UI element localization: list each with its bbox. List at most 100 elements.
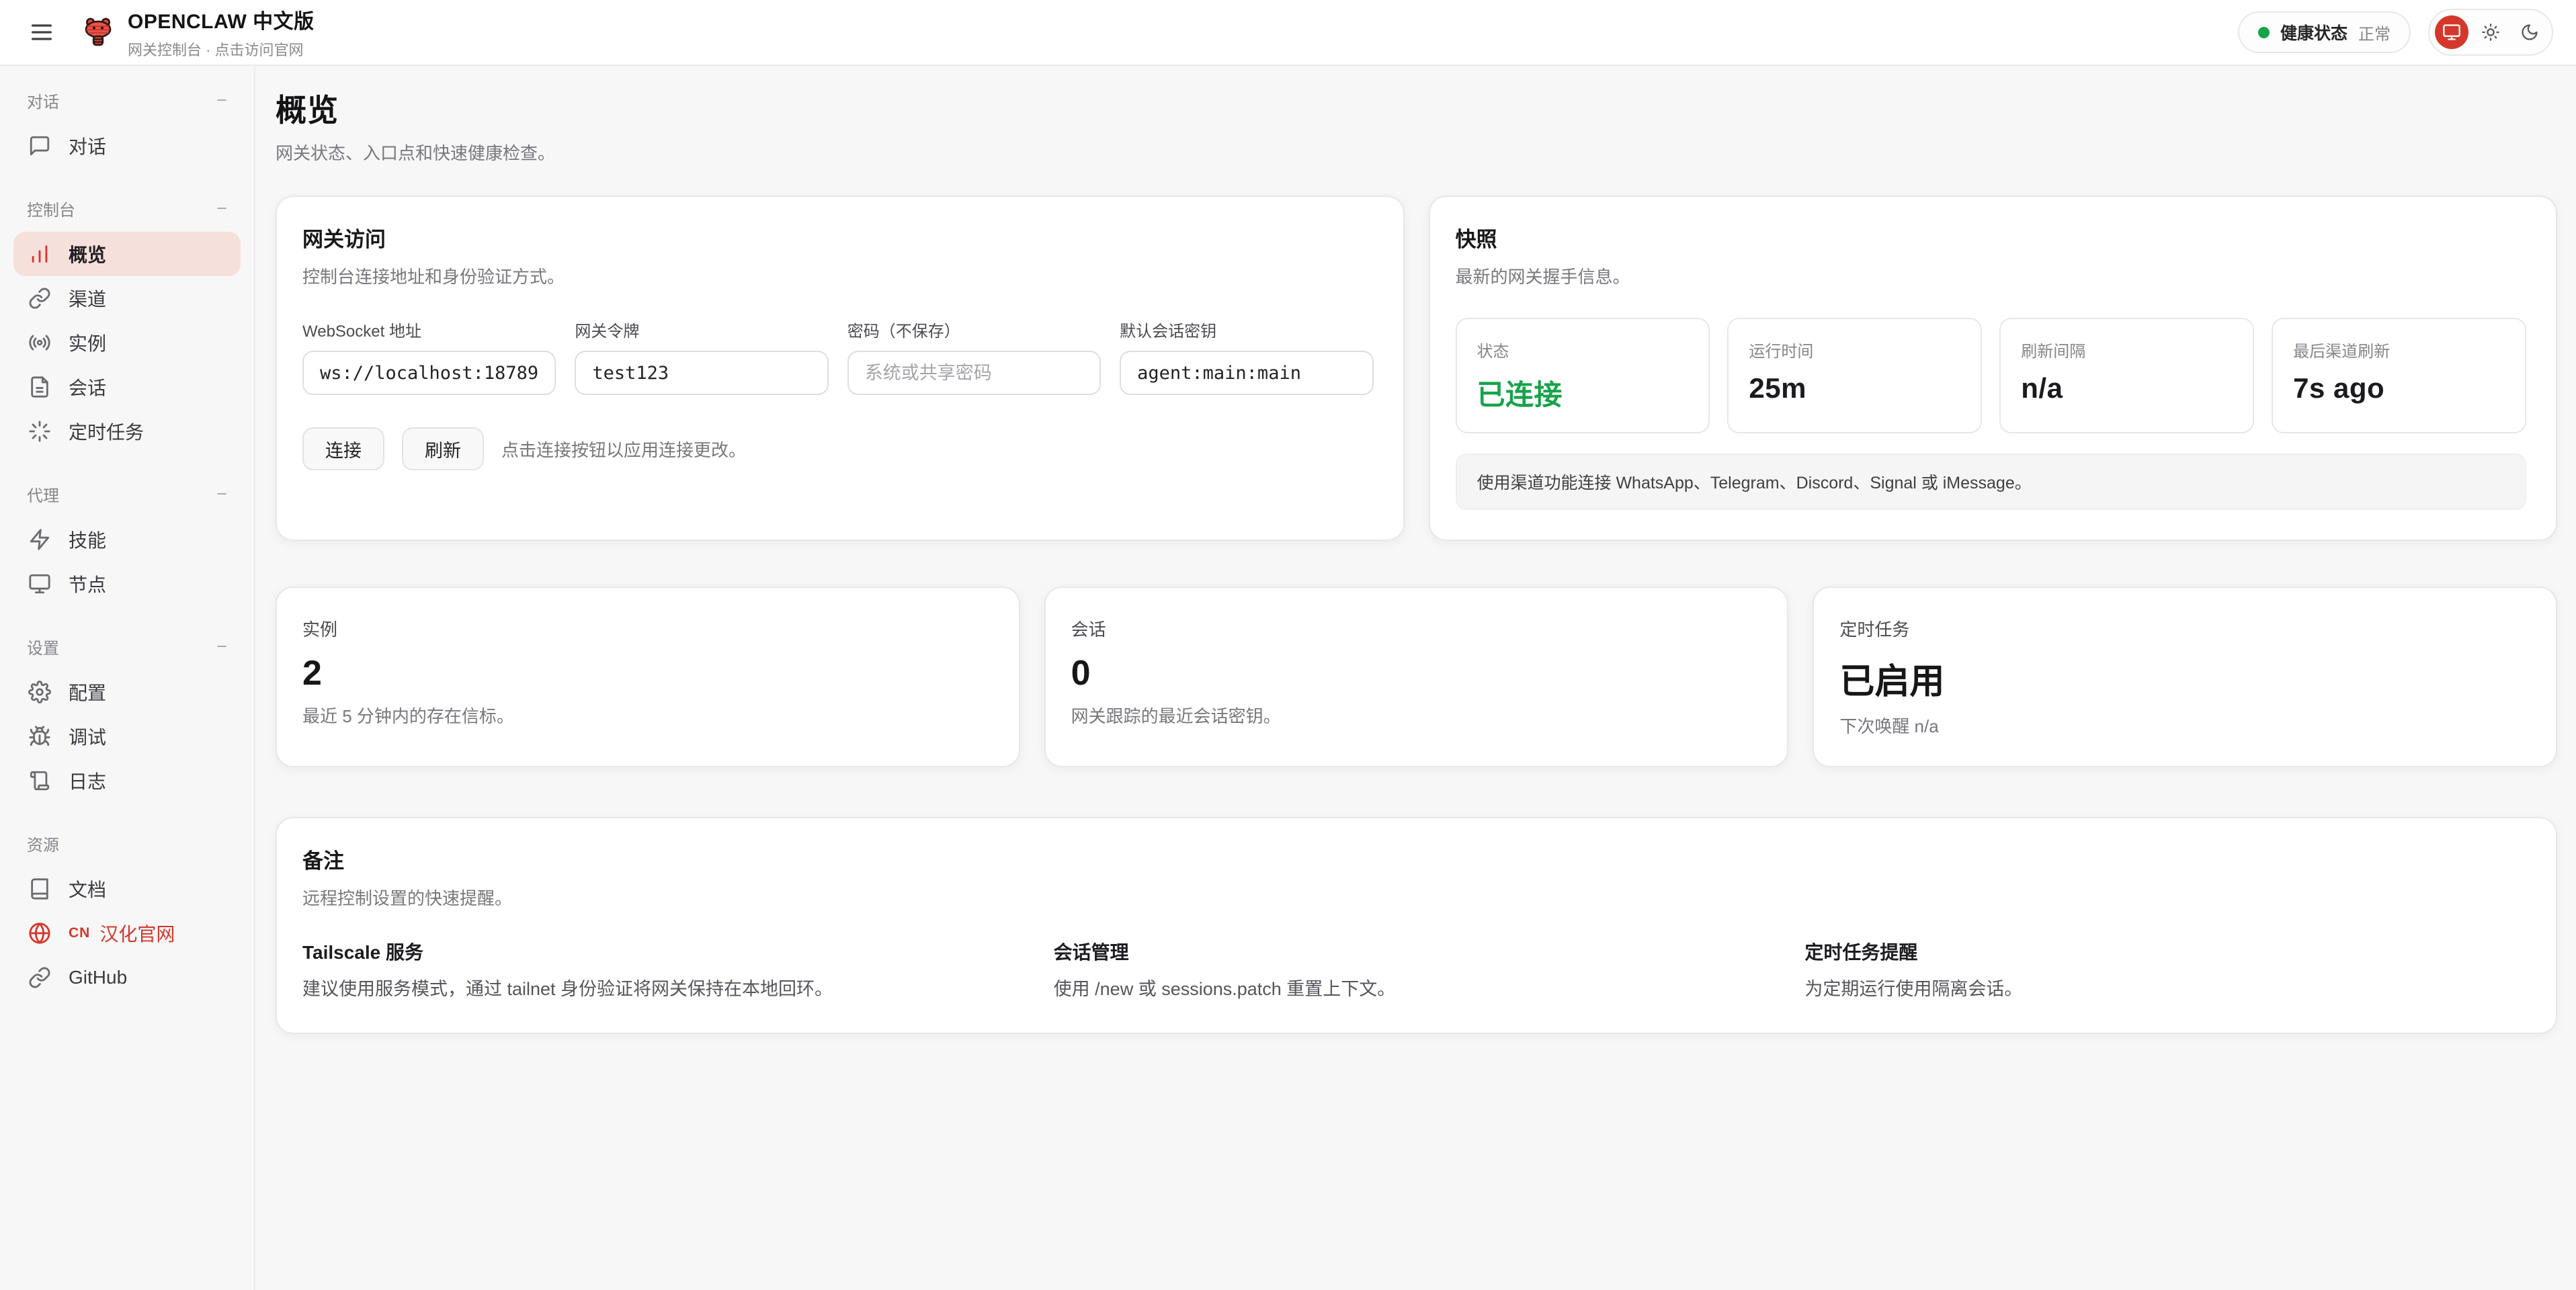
sidebar-item-label: 汉化官网 [99, 920, 175, 947]
theme-light-button[interactable] [2474, 15, 2507, 49]
gateway-fields: WebSocket 地址 网关令牌 密码（不保存） 默认会话密钥 [302, 318, 1374, 395]
sidebar-item-skills[interactable]: 技能 [13, 517, 241, 562]
health-status-badge[interactable]: 健康状态 正常 [2238, 11, 2411, 53]
sidebar-item-cron[interactable]: 定时任务 [13, 409, 241, 454]
notes-card: 备注 远程控制设置的快速提醒。 Tailscale 服务 建议使用服务模式，通过… [276, 817, 2557, 1034]
health-value: 正常 [2358, 21, 2391, 44]
menu-button[interactable] [23, 13, 60, 51]
note-session-management: 会话管理 使用 /new 或 sessions.patch 重置上下文。 [1054, 938, 1776, 1000]
app-title: OPENCLAW 中文版 [128, 5, 315, 34]
sidebar-item-label: 节点 [69, 570, 106, 597]
field-session-key: 默认会话密钥 [1120, 318, 1373, 395]
field-label: 默认会话密钥 [1120, 318, 1373, 341]
health-dot-icon [2258, 27, 2270, 38]
sidebar-item-label: 概览 [69, 241, 106, 267]
stat-tile-status: 状态 已连接 [1456, 318, 1710, 433]
stat-label: 状态 [1477, 338, 1689, 361]
stat-card-desc: 网关跟踪的最近会话密钥。 [1071, 703, 1758, 728]
sidebar-section-chat: 对话 − 对话 [13, 90, 241, 168]
actions-hint: 点击连接按钮以应用连接更改。 [501, 437, 746, 462]
sidebar-item-label: 渠道 [69, 285, 106, 312]
note-desc: 使用 /new 或 sessions.patch 重置上下文。 [1054, 974, 1776, 1000]
section-label: 控制台 [27, 197, 75, 220]
stat-tile-last-channel-refresh: 最后渠道刷新 7s ago [2272, 318, 2526, 433]
section-label: 代理 [27, 482, 59, 506]
top-cards-row: 网关访问 控制台连接地址和身份验证方式。 WebSocket 地址 网关令牌 密… [276, 196, 2557, 541]
collapse-icon: − [216, 485, 227, 503]
sidebar-item-cn-site[interactable]: CN 汉化官网 [13, 911, 241, 955]
stat-card-label: 会话 [1071, 616, 1758, 641]
note-title: 会话管理 [1054, 938, 1776, 965]
password-input[interactable] [847, 351, 1101, 395]
stat-value-connected: 已连接 [1477, 372, 1689, 413]
sidebar-item-label: 文档 [69, 875, 106, 902]
sidebar-item-github[interactable]: GitHub [13, 955, 241, 1000]
sidebar-item-config[interactable]: 配置 [13, 670, 241, 714]
stat-card-label: 定时任务 [1839, 616, 2526, 641]
sidebar-item-chat[interactable]: 对话 [13, 124, 241, 168]
gateway-token-input[interactable] [575, 351, 828, 395]
refresh-button[interactable]: 刷新 [402, 427, 484, 470]
section-header-chat[interactable]: 对话 − [13, 90, 241, 110]
chat-icon [28, 134, 51, 157]
sidebar-item-overview[interactable]: 概览 [13, 232, 241, 276]
bug-icon [28, 725, 51, 748]
snapshot-stats: 状态 已连接 运行时间 25m 刷新间隔 n/a 最后渠道刷新 7s ago [1456, 318, 2527, 433]
section-label: 对话 [27, 89, 59, 112]
link-icon [28, 966, 51, 989]
stat-card-desc: 最近 5 分钟内的存在信标。 [302, 703, 989, 728]
brand[interactable]: OPENCLAW 中文版 网关控制台 · 点击访问官网 [82, 5, 315, 60]
collapse-icon: − [216, 200, 227, 218]
note-title: Tailscale 服务 [302, 938, 1024, 965]
connect-button[interactable]: 连接 [302, 427, 384, 470]
collapse-icon: − [216, 91, 227, 110]
stat-tile-uptime: 运行时间 25m [1727, 318, 1982, 433]
websocket-url-input[interactable] [302, 351, 556, 395]
session-key-input[interactable] [1120, 351, 1373, 395]
brand-text: OPENCLAW 中文版 网关控制台 · 点击访问官网 [128, 5, 315, 60]
sidebar-item-docs[interactable]: 文档 [13, 867, 241, 911]
monitor-icon [28, 572, 51, 595]
section-header-resources[interactable]: 资源 [13, 833, 241, 853]
cron-card: 定时任务 已启用 下次唤醒 n/a [1813, 587, 2557, 767]
link-icon [28, 287, 51, 310]
section-header-agent[interactable]: 代理 − [13, 484, 241, 504]
sidebar-item-nodes[interactable]: 节点 [13, 562, 241, 606]
main-content: 概览 网关状态、入口点和快速健康检查。 网关访问 控制台连接地址和身份验证方式。… [255, 66, 2576, 1290]
note-title: 定时任务提醒 [1804, 938, 2526, 965]
section-label: 设置 [27, 635, 59, 658]
sidebar-section-settings: 设置 − 配置 调试 日志 [13, 636, 241, 803]
header-actions: 健康状态 正常 [2238, 9, 2553, 56]
theme-dark-button[interactable] [2513, 15, 2546, 49]
sidebar-item-sessions[interactable]: 会话 [13, 365, 241, 409]
globe-icon [28, 922, 51, 945]
sun-icon [2481, 23, 2500, 42]
sidebar-item-instances[interactable]: 实例 [13, 320, 241, 365]
app-header: OPENCLAW 中文版 网关控制台 · 点击访问官网 健康状态 正常 [0, 0, 2576, 66]
page-subtitle: 网关状态、入口点和快速健康检查。 [276, 140, 2557, 165]
monitor-icon [2442, 23, 2461, 42]
gateway-actions: 连接 刷新 点击连接按钮以应用连接更改。 [302, 427, 1374, 470]
sidebar-section-resources: 资源 文档 CN 汉化官网 GitHub [13, 833, 241, 1000]
field-token: 网关令牌 [575, 318, 828, 395]
stat-tile-refresh-interval: 刷新间隔 n/a [1999, 318, 2254, 433]
section-header-console[interactable]: 控制台 − [13, 198, 241, 218]
stat-card-label: 实例 [302, 616, 989, 641]
channels-hint: 使用渠道功能连接 WhatsApp、Telegram、Discord、Signa… [1456, 454, 2527, 510]
bar-chart-icon [28, 243, 51, 265]
stat-card-desc: 下次唤醒 n/a [1839, 713, 2526, 738]
section-header-settings[interactable]: 设置 − [13, 636, 241, 656]
sidebar-item-label: 技能 [69, 526, 106, 553]
sidebar-item-logs[interactable]: 日志 [13, 759, 241, 803]
card-title: 网关访问 [302, 222, 1374, 253]
theme-system-button[interactable] [2435, 15, 2468, 49]
file-text-icon [28, 376, 51, 398]
sidebar-item-channels[interactable]: 渠道 [13, 276, 241, 320]
sidebar-item-debug[interactable]: 调试 [13, 714, 241, 759]
note-desc: 建议使用服务模式，通过 tailnet 身份验证将网关保持在本地回环。 [302, 974, 1024, 1000]
card-title: 备注 [302, 844, 2526, 874]
stat-value: 25m [1749, 372, 1960, 404]
moon-icon [2520, 23, 2539, 42]
card-subtitle: 远程控制设置的快速提醒。 [302, 885, 2526, 910]
cn-badge: CN [69, 925, 90, 941]
